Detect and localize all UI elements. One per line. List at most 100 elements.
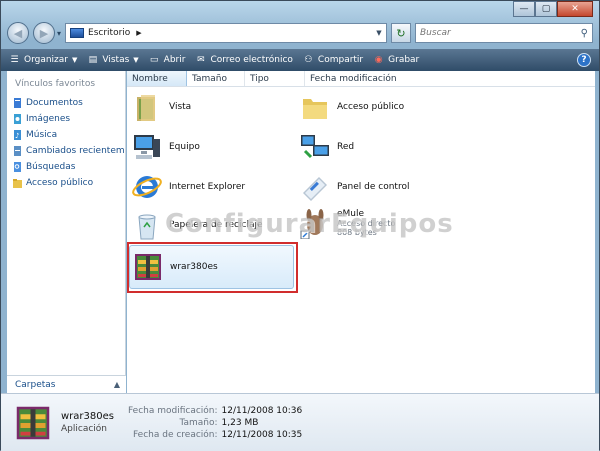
burn-button[interactable]: ◉ Grabar	[373, 55, 420, 65]
search-icon[interactable]: ⚲	[581, 28, 588, 39]
music-icon: ♪	[14, 130, 21, 140]
back-button[interactable]: ◀	[7, 22, 29, 44]
nav-item-label: Documentos	[26, 98, 83, 108]
folder-icon	[303, 99, 327, 119]
documents-icon	[14, 98, 21, 108]
navigation-pane: Vínculos favoritos Documentos Imágenes ♪…	[7, 71, 126, 393]
maximize-button[interactable]: ▢	[535, 1, 557, 17]
nav-item-label: Búsquedas	[26, 162, 76, 172]
share-label: Compartir	[317, 55, 364, 65]
chevron-down-icon: ▼	[133, 56, 139, 64]
details-value: 12/11/2008 10:35	[221, 429, 303, 440]
item-public-access[interactable]: Acceso público	[299, 91, 404, 123]
open-label: Abrir	[163, 55, 186, 65]
favorite-links-heading: Vínculos favoritos	[15, 79, 96, 89]
details-name: wrar380es	[61, 411, 114, 422]
details-summary: wrar380es Aplicación	[61, 411, 114, 434]
item-internet-explorer[interactable]: Internet Explorer	[131, 171, 245, 203]
nav-item-recent[interactable]: Cambiados recientemente	[7, 143, 125, 159]
column-name[interactable]: Nombre	[127, 71, 187, 86]
item-label: Internet Explorer	[169, 182, 246, 192]
breadcrumb-arrow-icon[interactable]: ▶	[136, 29, 141, 37]
search-input[interactable]	[420, 28, 581, 38]
search-box[interactable]: ⚲	[415, 23, 593, 43]
item-vista[interactable]: Vista	[131, 91, 191, 123]
nav-item-label: Música	[26, 130, 58, 140]
internet-explorer-icon	[132, 176, 162, 198]
column-size[interactable]: Tamaño	[187, 71, 245, 86]
folder-icon	[13, 179, 22, 188]
help-icon[interactable]: ?	[577, 53, 591, 67]
nav-item-searches[interactable]: Búsquedas	[7, 159, 125, 175]
details-key: Fecha de creación:	[132, 429, 218, 440]
views-label: Vistas	[102, 55, 130, 65]
item-label: Red	[337, 142, 355, 152]
email-icon: ✉	[197, 55, 205, 65]
chevron-up-icon: ▲	[113, 380, 120, 389]
control-panel-icon	[303, 177, 327, 201]
forward-button[interactable]: ▶	[33, 22, 55, 44]
nav-item-label: Imágenes	[26, 114, 71, 124]
history-dropdown[interactable]: ▾	[57, 29, 61, 38]
recycle-bin-icon	[138, 214, 156, 240]
caption-buttons: — ▢ ✕	[513, 1, 593, 17]
refresh-button[interactable]: ↻	[391, 23, 411, 43]
item-computer[interactable]: Equipo	[131, 131, 200, 163]
item-control-panel[interactable]: Panel de control	[299, 171, 409, 203]
svg-text:♪: ♪	[15, 132, 19, 140]
nav-item-label: Cambiados recientemente	[26, 146, 125, 156]
watermark-text: ConfigurarEquipos	[165, 209, 454, 239]
address-location[interactable]: Escritorio	[88, 28, 130, 38]
network-icon	[301, 135, 329, 159]
details-value: 12/11/2008 10:36	[221, 405, 303, 416]
nav-item-images[interactable]: Imágenes	[7, 111, 125, 127]
details-type: Aplicación	[61, 424, 107, 434]
minimize-button[interactable]: —	[513, 1, 535, 17]
details-value: 1,23 MB	[221, 417, 259, 428]
details-key: Tamaño:	[179, 417, 218, 428]
details-pane: wrar380es Aplicación Fecha modificación:…	[1, 393, 599, 451]
computer-icon	[134, 135, 160, 159]
close-button[interactable]: ✕	[557, 1, 593, 17]
details-key: Fecha modificación:	[127, 405, 218, 416]
share-icon: ⚇	[304, 55, 313, 65]
item-label: Panel de control	[337, 182, 410, 192]
address-dropdown-icon[interactable]: ▼	[372, 29, 386, 37]
item-label: Equipo	[169, 142, 200, 152]
nav-item-documents[interactable]: Documentos	[7, 95, 125, 111]
address-row: ◀ ▶ ▾ Escritorio ▶ ▼ ↻ ⚲	[7, 21, 593, 45]
views-button[interactable]: ▤ Vistas ▼	[87, 55, 139, 65]
organize-icon: ☰	[10, 55, 19, 65]
searches-icon	[14, 162, 21, 172]
burn-label: Grabar	[388, 55, 420, 65]
recent-changes-icon	[14, 146, 21, 156]
item-label: Acceso público	[337, 102, 405, 112]
burn-disc-icon: ◉	[374, 55, 383, 65]
email-button[interactable]: ✉ Correo electrónico	[195, 55, 293, 65]
email-label: Correo electrónico	[210, 55, 293, 65]
open-button[interactable]: ▭ Abrir	[149, 55, 186, 65]
column-type[interactable]: Tipo	[245, 71, 305, 86]
column-header-row: Nombre Tamaño Tipo Fecha modificación	[127, 71, 595, 87]
nav-item-label: Acceso público	[26, 178, 94, 188]
file-list: Nombre Tamaño Tipo Fecha modificación Vi…	[127, 71, 595, 393]
item-network[interactable]: Red	[299, 131, 354, 163]
organize-button[interactable]: ☰ Organizar ▼	[9, 55, 77, 65]
item-label: Vista	[169, 102, 192, 112]
nav-item-music[interactable]: ♪ Música	[7, 127, 125, 143]
folders-label: Carpetas	[15, 379, 56, 390]
selection-highlight-box	[127, 242, 298, 293]
address-bar[interactable]: Escritorio ▶ ▼	[65, 23, 387, 43]
column-date[interactable]: Fecha modificación	[305, 71, 415, 86]
command-bar: ☰ Organizar ▼ ▤ Vistas ▼ ▭ Abrir ✉ Corre…	[1, 49, 599, 71]
chevron-down-icon: ▼	[72, 56, 78, 64]
winrar-icon	[16, 406, 50, 439]
nav-item-public[interactable]: Acceso público	[7, 175, 125, 191]
share-button[interactable]: ⚇ Compartir	[303, 55, 363, 65]
views-icon: ▤	[88, 55, 98, 65]
details-fields: Fecha modificación: 12/11/2008 10:36 Tam…	[128, 406, 302, 440]
open-icon: ▭	[149, 55, 159, 65]
folders-toggle[interactable]: Carpetas ▲	[7, 375, 126, 393]
explorer-window: — ▢ ✕ ◀ ▶ ▾ Escritorio ▶ ▼ ↻ ⚲ ☰ Organiz…	[0, 0, 600, 451]
organize-label: Organizar	[24, 55, 68, 65]
